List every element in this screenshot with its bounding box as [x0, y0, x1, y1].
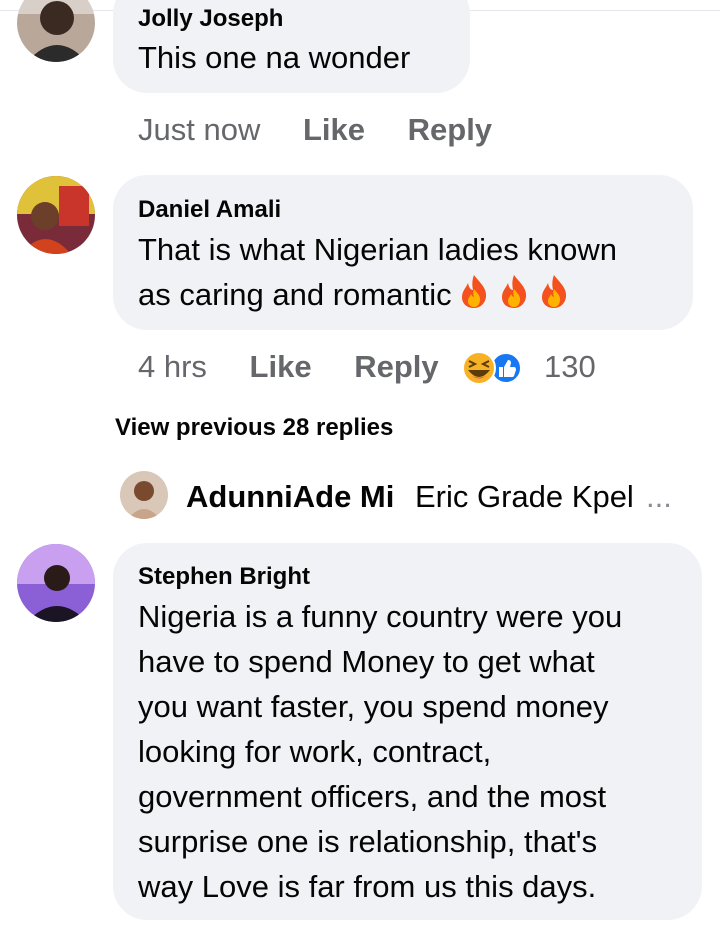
avatar[interactable] — [17, 176, 95, 254]
comment-actions: 4 hrs Like Reply — [138, 349, 439, 385]
comment-text-line: This one na wonder — [138, 40, 411, 75]
reactions[interactable] — [460, 350, 526, 386]
comment-text-line: have to spend Money to get what — [138, 644, 595, 679]
avatar[interactable] — [120, 471, 168, 519]
comment-text-fragment: as caring and romantic — [138, 277, 452, 312]
reply-button[interactable]: Reply — [354, 349, 438, 384]
comment-author[interactable]: Daniel Amali — [138, 196, 281, 224]
comment-text-line: That is what Nigerian ladies known — [138, 232, 618, 267]
reply-button[interactable]: Reply — [408, 112, 492, 147]
reply-preview-ellipsis: ... — [646, 479, 672, 514]
comment-text-line: surprise one is relationship, that's — [138, 824, 598, 859]
reply-preview-text[interactable]: Eric Grade Kpel — [415, 479, 634, 515]
comment-author[interactable]: Jolly Joseph — [138, 5, 283, 33]
comment-text: That is what Nigerian ladies known as ca… — [138, 227, 617, 321]
fire-icon — [536, 273, 572, 321]
comment-text-line: looking for work, contract, — [138, 734, 492, 769]
like-button[interactable]: Like — [250, 349, 312, 384]
fire-icon — [456, 273, 492, 321]
comment-author[interactable]: Stephen Bright — [138, 563, 310, 591]
comment-actions: Just now Like Reply — [138, 112, 492, 148]
comment-text: Nigeria is a funny country were you have… — [138, 594, 622, 909]
like-button[interactable]: Like — [303, 112, 365, 147]
avatar[interactable] — [17, 0, 95, 62]
comment-text-line: as caring and romantic — [138, 272, 617, 321]
comment-text-line: government officers, and the most — [138, 779, 607, 814]
haha-icon — [462, 351, 496, 385]
reaction-count[interactable]: 130 — [544, 349, 596, 385]
comment-time[interactable]: 4 hrs — [138, 349, 207, 384]
reply-preview-author[interactable]: AdunniAde Mi — [186, 479, 394, 515]
comment-text-line: way Love is far from us this days. — [138, 869, 597, 904]
comment-text-line: you want faster, you spend money — [138, 689, 609, 724]
avatar[interactable] — [17, 544, 95, 622]
view-previous-replies-link[interactable]: View previous 28 replies — [115, 414, 393, 442]
comment-time[interactable]: Just now — [138, 112, 260, 147]
comment-text: This one na wonder — [138, 35, 410, 80]
comment-text-line: Nigeria is a funny country were you — [138, 599, 623, 634]
fire-icon — [496, 273, 532, 321]
